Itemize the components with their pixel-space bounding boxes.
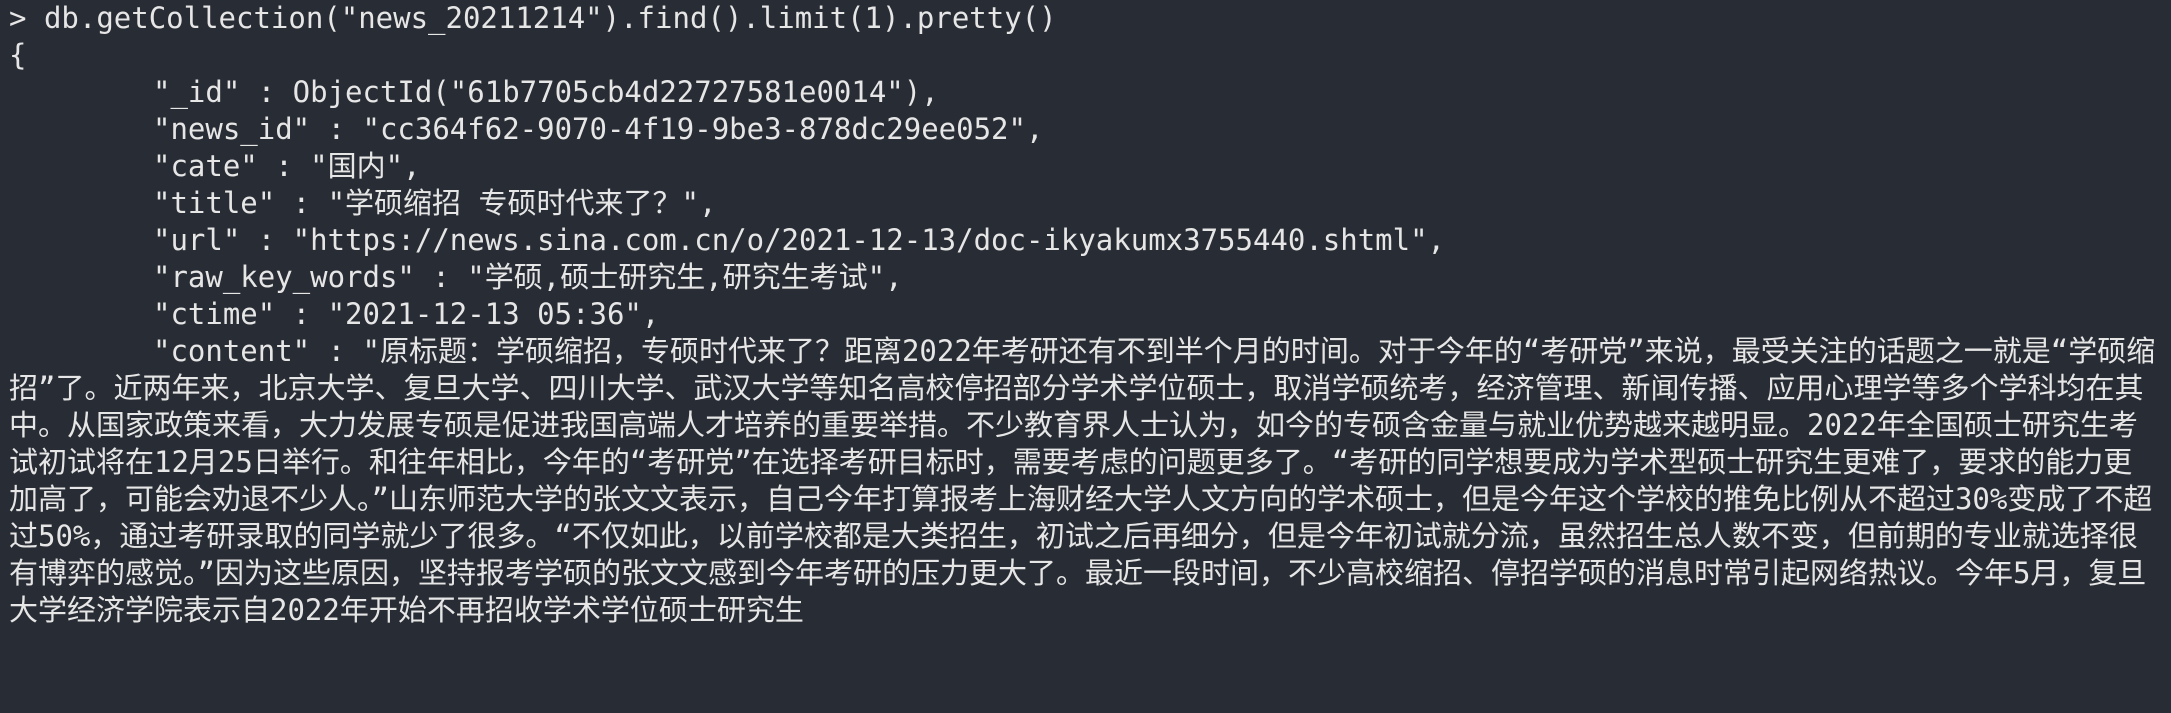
command-text: db.getCollection("news_20211214").find()… [43,1,1057,35]
command-line: > db.getCollection("news_20211214").find… [9,0,2171,37]
field-url: "url" : "https://news.sina.com.cn/o/2021… [153,223,1446,257]
field-content: "content" : "原标题：学硕缩招，专硕时代来了？距离2022年考研还有… [9,334,2156,627]
terminal-window[interactable]: > db.getCollection("news_20211214").find… [0,0,2171,713]
prompt-symbol: > [9,1,27,35]
open-brace: { [9,38,27,72]
field-title: "title" : "学硕缩招 专硕时代来了？", [153,186,717,220]
field-raw-key-words: "raw_key_words" : "学硕,硕士研究生,研究生考试", [153,260,903,294]
field-news-id: "news_id" : "cc364f62-9070-4f19-9be3-878… [153,112,1044,146]
field-ctime: "ctime" : "2021-12-13 05:36", [153,297,660,331]
field-cate: "cate" : "国内", [153,149,421,183]
field-id: "_id" : ObjectId("61b7705cb4d22727581e00… [153,75,939,109]
